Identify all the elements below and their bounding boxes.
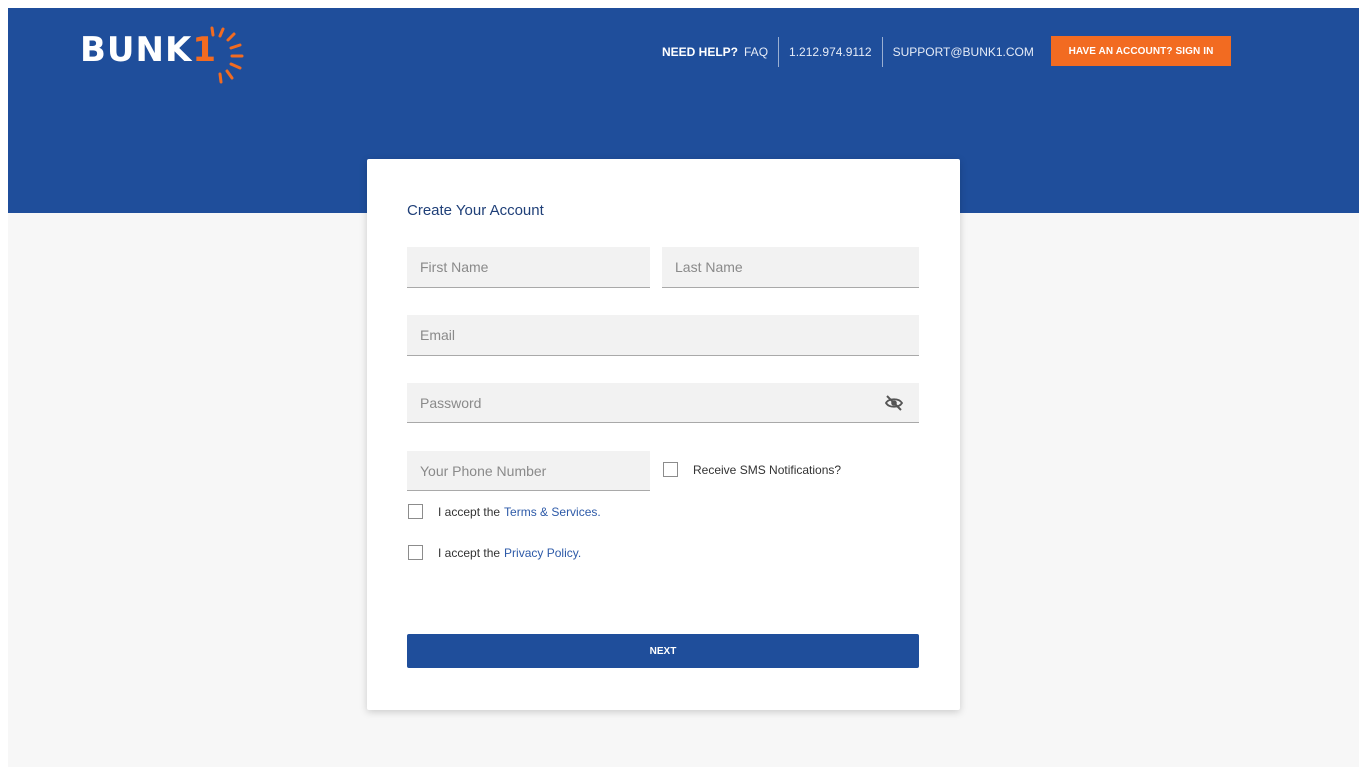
sign-in-button[interactable]: HAVE AN ACCOUNT? SIGN IN [1051, 36, 1231, 66]
sms-label: Receive SMS Notifications? [693, 462, 842, 477]
phone-input[interactable] [407, 451, 650, 491]
create-account-card: Create Your Account Receive SMS Notifica… [367, 159, 960, 710]
faq-link[interactable]: FAQ [744, 45, 768, 59]
divider [881, 37, 883, 67]
privacy-link[interactable]: Privacy Policy. [504, 546, 581, 560]
help-bar: NEED HELP? FAQ 1.212.974.9112 SUPPORT@BU… [662, 37, 1034, 67]
need-help-label: NEED HELP? [662, 45, 739, 59]
terms-checkbox[interactable] [408, 504, 423, 519]
logo-text: BUNK [80, 30, 193, 70]
sms-checkbox[interactable] [663, 462, 678, 477]
eye-slash-icon[interactable] [884, 394, 904, 412]
divider [778, 37, 780, 67]
email-input[interactable] [407, 315, 919, 356]
logo-wordmark: BUNK1 [80, 30, 217, 70]
privacy-prefix: I accept the [438, 545, 501, 560]
privacy-option: I accept the Privacy Policy. [408, 545, 581, 560]
password-input[interactable] [407, 383, 919, 423]
next-button[interactable]: NEXT [407, 634, 919, 668]
phone-link[interactable]: 1.212.974.9112 [789, 45, 872, 59]
terms-option: I accept the Terms & Services. [408, 504, 601, 519]
bunk1-logo[interactable]: BUNK1 [80, 26, 250, 86]
first-name-input[interactable] [407, 247, 650, 288]
last-name-input[interactable] [662, 247, 919, 288]
form-title: Create Your Account [407, 202, 544, 219]
terms-link[interactable]: Terms & Services. [504, 505, 601, 519]
sunburst-icon [210, 26, 244, 84]
privacy-checkbox[interactable] [408, 545, 423, 560]
sms-notifications-option: Receive SMS Notifications? [663, 462, 841, 477]
terms-prefix: I accept the [438, 504, 501, 519]
support-email-link[interactable]: SUPPORT@BUNK1.COM [893, 45, 1034, 59]
